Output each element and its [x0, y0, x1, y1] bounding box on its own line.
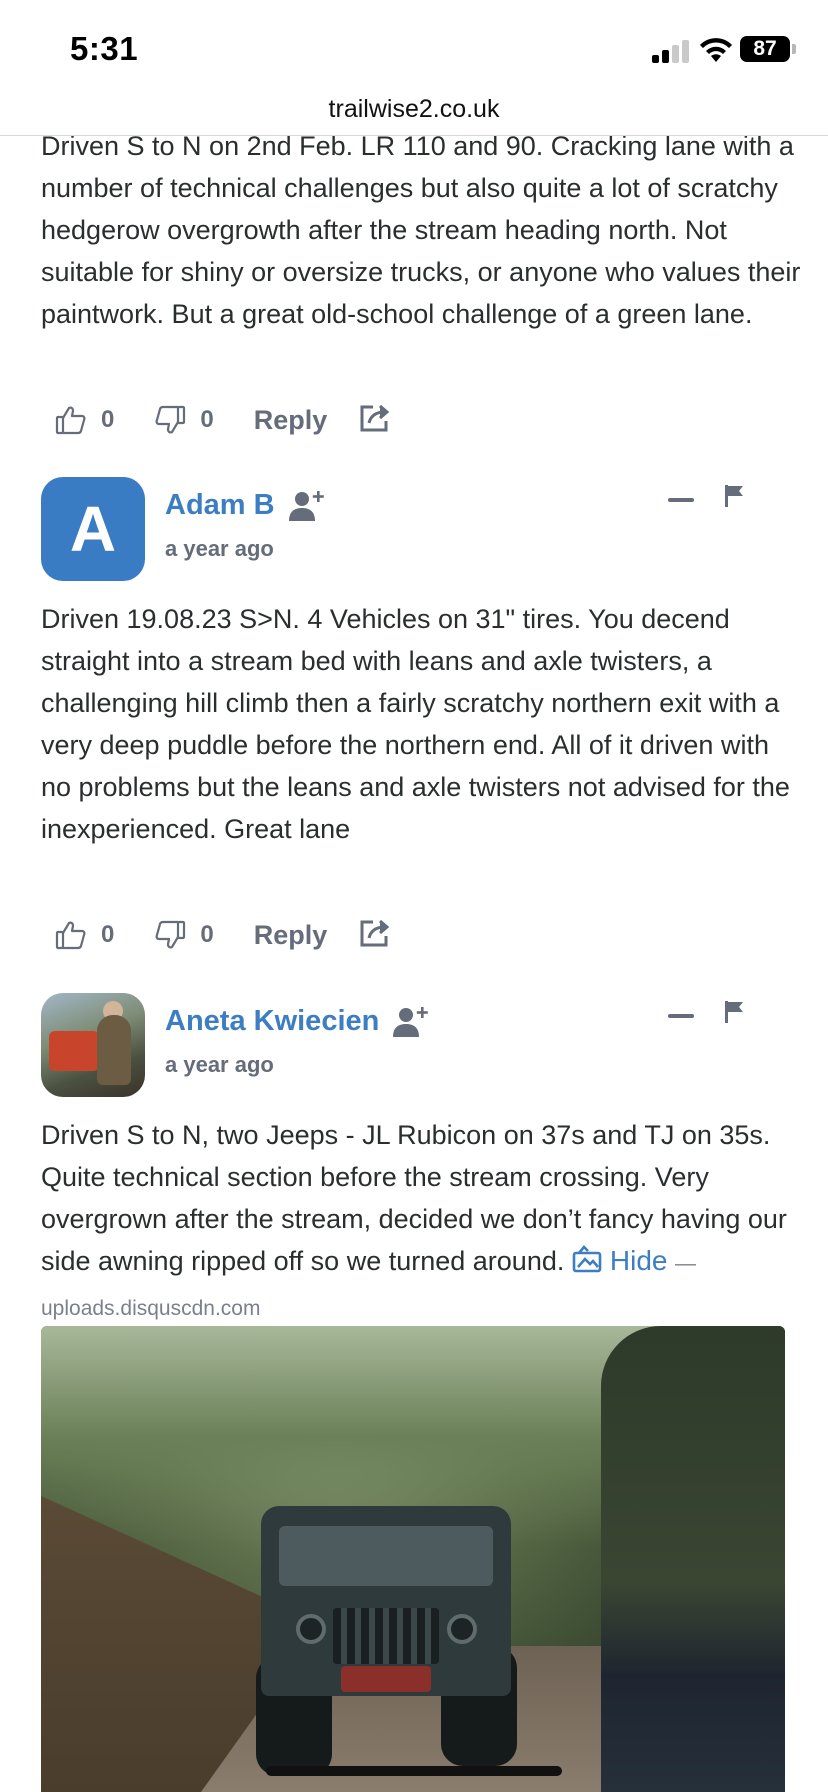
avatar[interactable]: A	[41, 477, 145, 581]
author-name: Adam B	[165, 488, 275, 521]
comment-timestamp[interactable]: a year ago	[165, 1052, 274, 1078]
signal-icon	[652, 40, 689, 63]
media-hide-label: Hide	[609, 1245, 668, 1276]
author-name-link[interactable]: Aneta Kwiecien	[165, 1004, 431, 1038]
avatar-initial: A	[41, 477, 145, 581]
downvote-count: 0	[200, 921, 214, 948]
follow-user-icon[interactable]	[393, 1004, 431, 1038]
upvote-count: 0	[101, 921, 115, 948]
comment-body: Driven S to N, two Jeeps - JL Rubicon on…	[41, 1114, 801, 1330]
thumbs-up-icon	[55, 921, 86, 950]
upvote-button[interactable]: 0	[55, 404, 114, 436]
status-bar: 5:31 87	[0, 0, 828, 90]
comment-media-image[interactable]	[41, 1326, 785, 1792]
share-icon	[360, 919, 390, 946]
upvote-button[interactable]: 0	[55, 919, 114, 951]
avatar[interactable]	[41, 993, 145, 1097]
author-name-link[interactable]: Adam B	[165, 488, 327, 522]
downvote-button[interactable]: 0	[154, 919, 214, 951]
comment-body: Driven 19.08.23 S>N. 4 Vehicles on 31" t…	[41, 604, 790, 844]
wifi-icon	[700, 38, 732, 62]
url-text: trailwise2.co.uk	[328, 95, 500, 123]
share-icon	[360, 404, 390, 431]
comment-body: Driven S to N on 2nd Feb. LR 110 and 90.…	[41, 131, 801, 329]
avatar-photo	[41, 993, 145, 1097]
downvote-count: 0	[200, 406, 214, 433]
flag-icon[interactable]	[724, 1000, 744, 1024]
downvote-button[interactable]: 0	[154, 404, 214, 436]
home-indicator[interactable]	[266, 1766, 562, 1776]
collapse-icon[interactable]	[668, 498, 694, 502]
comment-actions: 0 0 Reply	[55, 915, 391, 955]
flag-icon[interactable]	[724, 484, 744, 508]
thumbs-up-icon	[55, 406, 86, 435]
media-hide-link[interactable]: Hide	[572, 1245, 668, 1276]
battery-indicator: 87	[740, 36, 790, 62]
comment-actions: 0 0 Reply	[55, 400, 391, 440]
reply-button[interactable]: Reply	[254, 920, 328, 951]
thumbs-down-icon	[155, 920, 186, 949]
reply-button[interactable]: Reply	[254, 405, 328, 436]
collapse-icon[interactable]	[668, 1014, 694, 1018]
url-bar[interactable]: trailwise2.co.uk	[0, 90, 828, 136]
battery-tip	[792, 44, 796, 54]
thumbs-down-icon	[155, 405, 186, 434]
author-name: Aneta Kwiecien	[165, 1004, 380, 1037]
comment-timestamp[interactable]: a year ago	[165, 536, 274, 562]
upvote-count: 0	[101, 406, 115, 433]
share-button[interactable]	[359, 403, 391, 438]
media-icon	[572, 1245, 602, 1273]
follow-user-icon[interactable]	[288, 488, 327, 522]
status-time: 5:31	[70, 30, 139, 67]
share-button[interactable]	[359, 918, 391, 953]
